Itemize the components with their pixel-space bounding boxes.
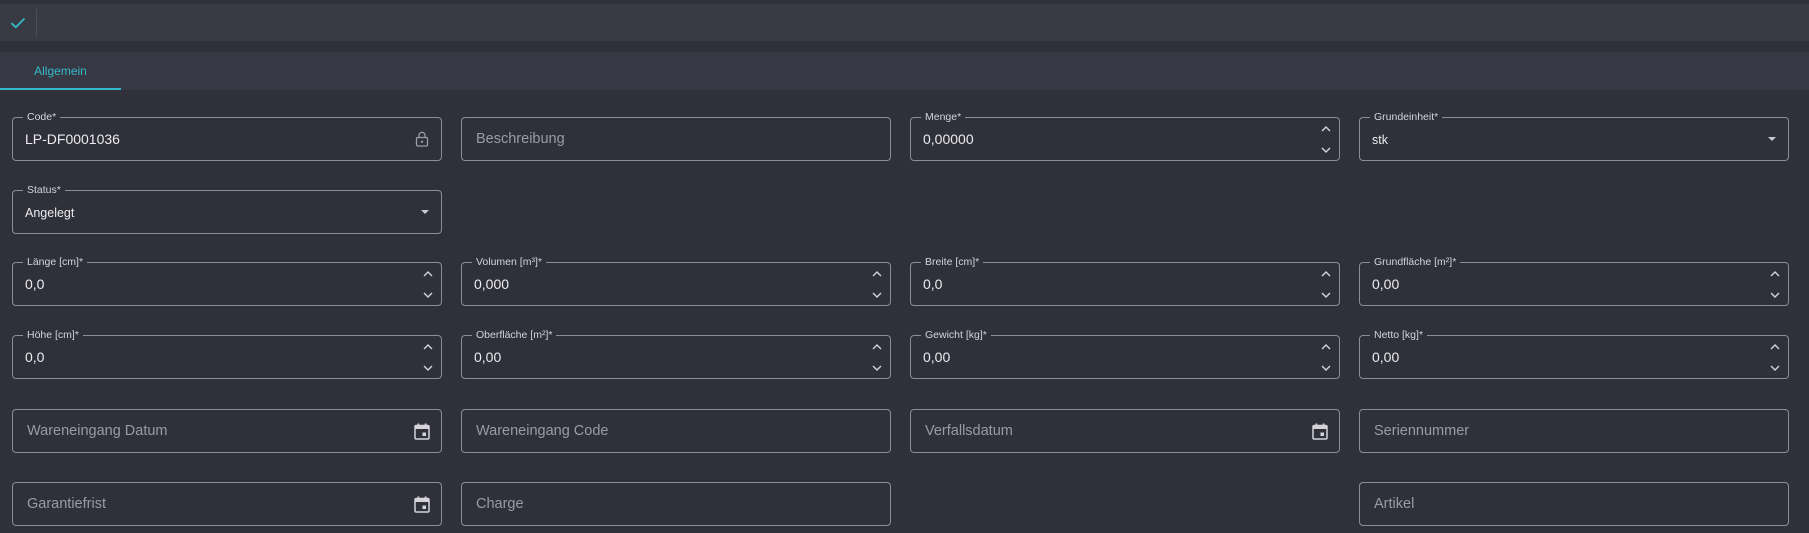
dropdown-arrow-icon[interactable] (421, 210, 429, 214)
breite-stepper[interactable] (1319, 266, 1333, 302)
code-field[interactable]: Code* LP-DF0001036 (12, 110, 442, 161)
calendar-icon[interactable] (1311, 422, 1329, 440)
oberflaeche-label: Oberfläche [m²]* (472, 328, 557, 342)
gewicht-stepper[interactable] (1319, 339, 1333, 375)
netto-label: Netto [kg]* (1370, 328, 1428, 342)
verfallsdatum-field[interactable]: Verfallsdatum (910, 409, 1340, 453)
lock-icon (413, 130, 431, 148)
volumen-label: Volumen [m³]* (472, 255, 546, 269)
chevron-up-icon[interactable] (1319, 123, 1333, 135)
wareneingang-datum-field[interactable]: Wareneingang Datum (12, 409, 442, 453)
hoehe-field[interactable]: Höhe [cm]* 0,0 (12, 328, 442, 379)
chevron-down-icon[interactable] (421, 289, 435, 301)
laenge-label: Länge [cm]* (23, 255, 88, 269)
menge-label: Menge* (921, 110, 966, 124)
seriennummer-field[interactable]: Seriennummer (1359, 409, 1789, 453)
volumen-stepper[interactable] (870, 266, 884, 302)
wareneingang-code-field[interactable]: Wareneingang Code (461, 409, 891, 453)
tab-active-indicator (0, 88, 121, 90)
menge-value: 0,00000 (923, 131, 974, 147)
oberflaeche-field[interactable]: Oberfläche [m²]* 0,00 (461, 328, 891, 379)
garantiefrist-field[interactable]: Garantiefrist (12, 482, 442, 526)
seriennummer-placeholder: Seriennummer (1374, 423, 1470, 439)
chevron-up-icon[interactable] (1768, 341, 1782, 353)
wareneingang-datum-placeholder: Wareneingang Datum (27, 423, 168, 439)
hoehe-stepper[interactable] (421, 339, 435, 375)
grundflaeche-field[interactable]: Grundfläche [m²]* 0,00 (1359, 255, 1789, 306)
chevron-down-icon[interactable] (1768, 289, 1782, 301)
menge-field[interactable]: Menge* 0,00000 (910, 110, 1340, 161)
chevron-down-icon[interactable] (1319, 144, 1333, 156)
breite-label: Breite [cm]* (921, 255, 984, 269)
breite-value: 0,0 (923, 276, 943, 292)
chevron-down-icon[interactable] (1319, 362, 1333, 374)
calendar-icon[interactable] (413, 495, 431, 513)
status-select[interactable]: Status* Angelegt (12, 183, 442, 234)
check-icon[interactable] (6, 13, 30, 33)
artikel-placeholder: Artikel (1374, 496, 1415, 512)
chevron-up-icon[interactable] (870, 341, 884, 353)
chevron-up-icon[interactable] (1319, 268, 1333, 280)
chevron-up-icon[interactable] (421, 268, 435, 280)
chevron-down-icon[interactable] (870, 289, 884, 301)
beschreibung-field[interactable]: Beschreibung (461, 117, 891, 161)
laenge-field[interactable]: Länge [cm]* 0,0 (12, 255, 442, 306)
oberflaeche-value: 0,00 (474, 349, 502, 365)
toolbar (0, 4, 1809, 41)
dropdown-arrow-icon[interactable] (1768, 137, 1776, 141)
beschreibung-placeholder: Beschreibung (476, 131, 565, 147)
hoehe-value: 0,0 (25, 349, 45, 365)
tab-bar: Allgemein (0, 52, 1809, 90)
netto-field[interactable]: Netto [kg]* 0,00 (1359, 328, 1789, 379)
tab-allgemein[interactable]: Allgemein (0, 52, 121, 90)
hoehe-label: Höhe [cm]* (23, 328, 83, 342)
wareneingang-code-placeholder: Wareneingang Code (476, 423, 609, 439)
grundeinheit-select[interactable]: Grundeinheit* stk (1359, 110, 1789, 161)
chevron-down-icon[interactable] (1768, 362, 1782, 374)
garantiefrist-placeholder: Garantiefrist (27, 496, 106, 512)
grundflaeche-value: 0,00 (1372, 276, 1400, 292)
grundflaeche-stepper[interactable] (1768, 266, 1782, 302)
netto-stepper[interactable] (1768, 339, 1782, 375)
status-label: Status* (23, 183, 65, 197)
chevron-up-icon[interactable] (1768, 268, 1782, 280)
chevron-up-icon[interactable] (870, 268, 884, 280)
gewicht-label: Gewicht [kg]* (921, 328, 991, 342)
artikel-field[interactable]: Artikel (1359, 482, 1789, 526)
laenge-stepper[interactable] (421, 266, 435, 302)
chevron-down-icon[interactable] (1319, 289, 1333, 301)
status-value: Angelegt (25, 206, 75, 220)
grundeinheit-value: stk (1372, 133, 1388, 147)
grundflaeche-label: Grundfläche [m²]* (1370, 255, 1461, 269)
gewicht-value: 0,00 (923, 349, 951, 365)
charge-placeholder: Charge (476, 496, 524, 512)
laenge-value: 0,0 (25, 276, 45, 292)
calendar-icon[interactable] (413, 422, 431, 440)
charge-field[interactable]: Charge (461, 482, 891, 526)
oberflaeche-stepper[interactable] (870, 339, 884, 375)
grundeinheit-label: Grundeinheit* (1370, 110, 1443, 124)
volumen-field[interactable]: Volumen [m³]* 0,000 (461, 255, 891, 306)
chevron-up-icon[interactable] (1319, 341, 1333, 353)
tab-label: Allgemein (34, 64, 87, 78)
menge-stepper[interactable] (1319, 121, 1333, 157)
verfallsdatum-placeholder: Verfallsdatum (925, 423, 1013, 439)
code-value: LP-DF0001036 (25, 131, 120, 147)
gewicht-field[interactable]: Gewicht [kg]* 0,00 (910, 328, 1340, 379)
chevron-down-icon[interactable] (421, 362, 435, 374)
netto-value: 0,00 (1372, 349, 1400, 365)
breite-field[interactable]: Breite [cm]* 0,0 (910, 255, 1340, 306)
chevron-up-icon[interactable] (421, 341, 435, 353)
code-label: Code* (23, 110, 61, 124)
chevron-down-icon[interactable] (870, 362, 884, 374)
toolbar-divider (36, 9, 37, 37)
volumen-value: 0,000 (474, 276, 510, 292)
